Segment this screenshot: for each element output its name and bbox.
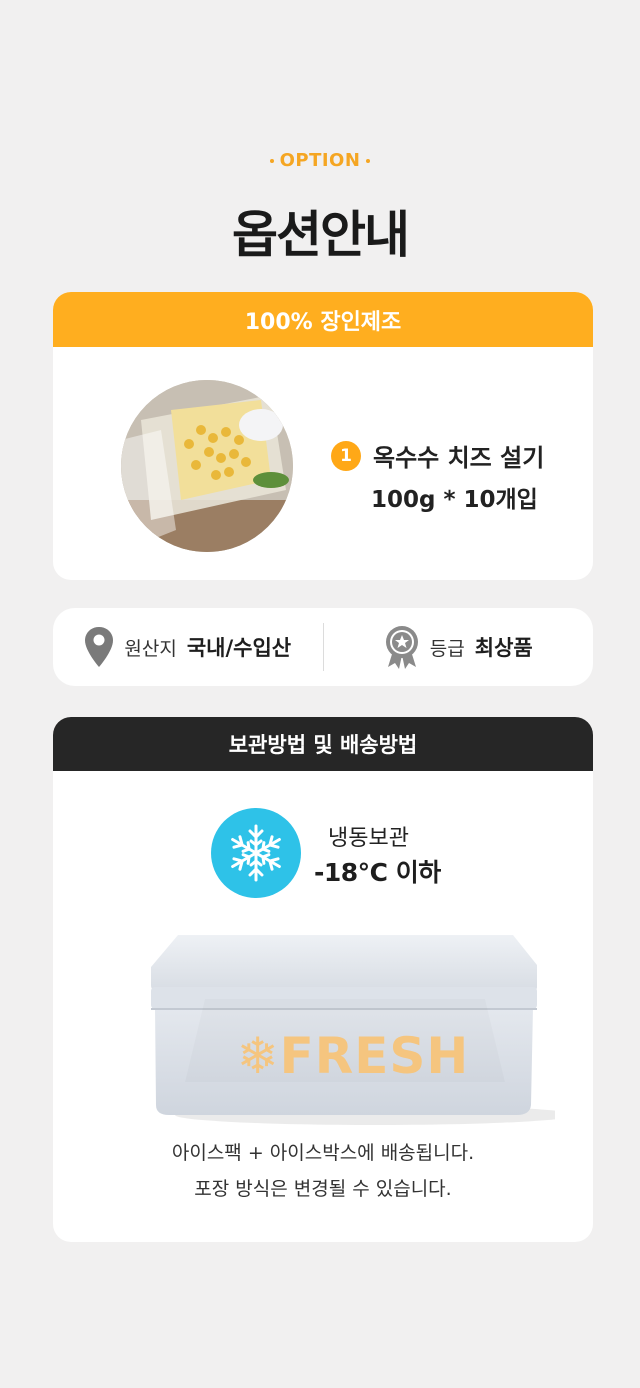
page-title: 옵션안내 — [232, 206, 410, 264]
option-item: 1 옥수수 치즈 설기 — [331, 438, 544, 473]
option-banner: 100% 장인제조 — [53, 292, 593, 347]
eyebrow-dot-left — [269, 159, 274, 163]
storage-shipping-card: 보관방법 및 배송방법 냉동보관 -18°C 이하 ❄FRESH 아이스팩 + … — [53, 717, 593, 1242]
section-eyebrow: OPTION — [0, 150, 640, 171]
fresh-text: FRESH — [279, 1027, 470, 1085]
option-number-badge: 1 — [331, 440, 361, 471]
product-info-card: 원산지 국내/수입산 등급 최상품 — [53, 608, 593, 686]
origin-label: 원산지 — [124, 637, 177, 660]
origin-info: 원산지 국내/수입산 — [53, 608, 323, 686]
origin-value: 국내/수입산 — [186, 636, 292, 660]
shipping-notice-2: 포장 방식은 변경될 수 있습니다. — [194, 1178, 452, 1200]
shipping-notice-1: 아이스팩 + 아이스박스에 배송됩니다. — [171, 1142, 475, 1164]
storage-banner: 보관방법 및 배송방법 — [53, 717, 593, 771]
freeze-storage-label: 냉동보관 — [328, 826, 409, 851]
grade-label: 등급 — [429, 637, 465, 660]
option-item-name: 옥수수 치즈 설기 — [373, 444, 545, 472]
ice-box-illustration: ❄FRESH — [145, 927, 575, 1127]
eyebrow-text: OPTION — [279, 150, 361, 171]
snowflake-icon — [211, 808, 301, 898]
eyebrow-dot-right — [366, 159, 371, 163]
award-badge-icon — [385, 626, 418, 669]
grade-info: 등급 최상품 — [324, 608, 594, 686]
product-photo — [121, 380, 293, 552]
option-card: 100% 장인제조 1 옥수수 치즈 설기 100g * 10개입 — [53, 292, 593, 580]
freeze-temperature: -18°C 이하 — [314, 858, 441, 887]
fresh-snowflake-icon: ❄ — [236, 1027, 280, 1085]
option-item-quantity: 100g * 10개입 — [371, 487, 538, 513]
location-pin-icon — [85, 627, 114, 667]
fresh-label: ❄FRESH — [193, 1027, 513, 1085]
grade-value: 최상품 — [474, 636, 533, 660]
